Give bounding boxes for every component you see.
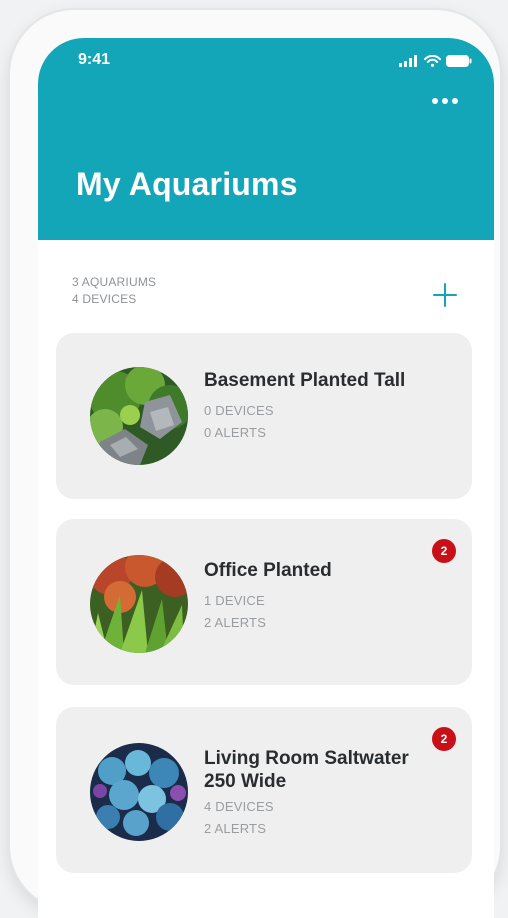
planted-tank-image bbox=[90, 555, 188, 653]
app-screen: 9:41 My Aquariums 3 AQUARIUMS 4 DEVICES … bbox=[38, 38, 494, 918]
aquarium-stats: 0 DEVICES 0 ALERTS bbox=[204, 400, 274, 444]
device-count: 4 DEVICES bbox=[72, 292, 137, 306]
cellular-signal-icon bbox=[399, 55, 417, 67]
aquarium-alert-count: 2 ALERTS bbox=[204, 615, 267, 630]
alert-badge: 2 bbox=[432, 539, 456, 563]
more-dot-icon bbox=[452, 98, 458, 104]
more-options-button[interactable] bbox=[432, 98, 458, 104]
aquarium-alert-count: 2 ALERTS bbox=[204, 821, 267, 836]
aquarium-stats: 4 DEVICES 2 ALERTS bbox=[204, 796, 274, 840]
aquarium-card-basement[interactable]: Basement Planted Tall 0 DEVICES 0 ALERTS bbox=[56, 333, 472, 499]
aquarium-name: Office Planted bbox=[204, 560, 332, 581]
more-dot-icon bbox=[432, 98, 438, 104]
app-header: 9:41 My Aquariums bbox=[38, 38, 494, 240]
planted-rock-image bbox=[90, 367, 188, 465]
aquarium-count: 3 AQUARIUMS bbox=[72, 275, 157, 289]
aquarium-device-count: 0 DEVICES bbox=[204, 403, 274, 418]
alert-badge: 2 bbox=[432, 727, 456, 751]
aquarium-device-count: 1 DEVICE bbox=[204, 593, 265, 608]
aquarium-stats: 1 DEVICE 2 ALERTS bbox=[204, 590, 266, 634]
aquarium-card-office[interactable]: Office Planted 1 DEVICE 2 ALERTS 2 bbox=[56, 519, 472, 685]
add-aquarium-button[interactable] bbox=[432, 282, 458, 308]
aquarium-thumbnail bbox=[90, 555, 188, 653]
status-time: 9:41 bbox=[78, 51, 111, 68]
aquarium-thumbnail bbox=[90, 743, 188, 841]
wifi-icon bbox=[424, 55, 441, 67]
aquarium-thumbnail bbox=[90, 367, 188, 465]
aquarium-device-count: 4 DEVICES bbox=[204, 799, 274, 814]
coral-image bbox=[90, 743, 188, 841]
more-dot-icon bbox=[442, 98, 448, 104]
battery-icon bbox=[446, 55, 472, 67]
page-title: My Aquariums bbox=[76, 166, 298, 202]
status-icons bbox=[399, 55, 472, 67]
phone-frame: 9:41 My Aquariums 3 AQUARIUMS 4 DEVICES … bbox=[10, 10, 500, 918]
aquarium-card-living-room[interactable]: Living Room Saltwater 250 Wide 4 DEVICES… bbox=[56, 707, 472, 873]
aquarium-name: Basement Planted Tall bbox=[204, 370, 406, 391]
aquarium-name: Living Room Saltwater 250 Wide bbox=[204, 748, 409, 792]
aquarium-alert-count: 0 ALERTS bbox=[204, 425, 267, 440]
aquarium-summary: 3 AQUARIUMS 4 DEVICES bbox=[72, 274, 156, 308]
